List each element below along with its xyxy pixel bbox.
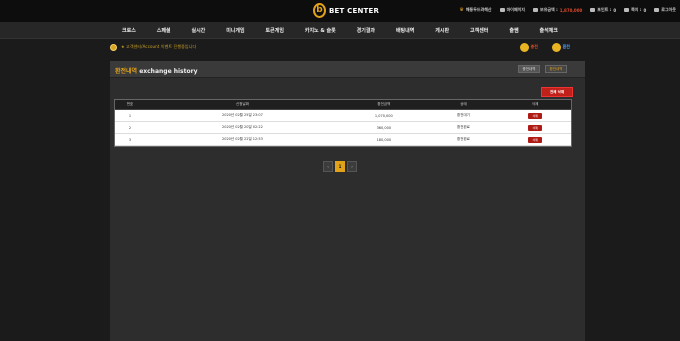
nav-bets[interactable]: 배팅내역 (396, 27, 414, 34)
page-1-button[interactable]: 1 (335, 161, 345, 172)
row-amount: 360,000 (376, 125, 392, 130)
nav-results[interactable]: 경기결과 (357, 27, 375, 34)
row-delete-cell: 삭제 (499, 112, 571, 119)
nav-attendance[interactable]: 출쌤 (509, 27, 518, 34)
row-status: 환전완료 (457, 137, 470, 141)
col-no: 번호 (126, 102, 134, 106)
coin-icon (590, 8, 596, 12)
nav-board[interactable]: 게시판 (435, 27, 449, 34)
info-bar: ★ 고객센터/Account 이벤트 진행중입니다 충전 환전 (110, 40, 570, 54)
nav-support[interactable]: 고객센터 (470, 27, 488, 34)
notice-coin-icon (110, 43, 117, 51)
table-row: 1 2020년 02월 25일 23:07 1,070,000 환전대기 삭제 (115, 110, 571, 122)
row-no: 1 (128, 113, 132, 118)
row-no: 3 (128, 137, 132, 142)
user-area: ♛ 해동두드려해산 마이페이지 보유금액 : 1,870,000 포인트 : 0 … (459, 7, 676, 13)
top-bar: b BET CENTER ♛ 해동두드려해산 마이페이지 보유금액 : 1,870… (0, 0, 680, 22)
row-date: 2020년 02월 20일 02:22 (221, 125, 263, 129)
user-name[interactable]: ♛ 해동두드려해산 (459, 7, 491, 13)
col-amount: 환전금액 (377, 102, 391, 106)
table-row: 2 2020년 02월 20일 02:22 360,000 환전완료 삭제 (115, 122, 571, 134)
nav-special[interactable]: 스페셜 (157, 27, 171, 34)
col-date: 신청날짜 (236, 102, 249, 106)
mail-icon (624, 8, 630, 12)
next-page-button[interactable]: › (347, 161, 357, 172)
logo-text: BET CENTER (329, 6, 380, 15)
row-date: 2020년 02월 25일 23:07 (221, 113, 263, 117)
main-nav: 크로스 스페셜 실시간 미니게임 토큰게임 카지노 & 슬롯 경기결과 배팅내역… (0, 22, 680, 39)
wallet-icon (533, 8, 539, 12)
row-delete-button[interactable]: 삭제 (528, 112, 543, 119)
notice-text: ★ 고객센터/Account 이벤트 진행중입니다 (121, 44, 197, 49)
withdraw-label: 환전 (562, 44, 570, 49)
page-title: 환전내역 exchange history (115, 66, 198, 75)
balance: 보유금액 : 1,870,000 (533, 7, 582, 13)
nav-live[interactable]: 실시간 (191, 27, 205, 34)
row-date: 2020년 02월 22일 12:53 (221, 137, 263, 141)
col-status: 상태 (460, 102, 467, 106)
row-delete-cell: 삭제 (499, 124, 571, 131)
logo-mark-icon: b (313, 3, 326, 18)
main-panel: 환전내역 exchange history 충전내역 환전내역 전체 삭제 번호… (110, 61, 585, 341)
title-bar: 환전내역 exchange history 충전내역 환전내역 (110, 61, 585, 78)
points[interactable]: 포인트 : 0 (590, 7, 616, 13)
tab-deposit-history[interactable]: 충전내역 (518, 65, 540, 73)
row-amount: 1,070,000 (374, 113, 393, 118)
col-delete: 삭제 (531, 102, 539, 106)
card-icon (499, 8, 505, 12)
deposit-button[interactable]: 충전 (519, 42, 538, 52)
logout-icon (654, 8, 660, 12)
prev-page-button[interactable]: ‹ (323, 161, 333, 172)
nav-minigame[interactable]: 미니게임 (226, 27, 244, 34)
row-status: 환전대기 (457, 113, 470, 117)
nav-token[interactable]: 토큰게임 (266, 27, 284, 34)
logo[interactable]: b BET CENTER (313, 3, 379, 18)
withdraw-coin-icon (551, 42, 561, 52)
logout-link[interactable]: 로그아웃 (654, 7, 676, 13)
history-table: 번호 신청날짜 환전금액 상태 삭제 1 2020년 02월 25일 23:07… (114, 99, 572, 147)
nav-casino[interactable]: 카지노 & 슬롯 (305, 27, 336, 34)
nav-cross[interactable]: 크로스 (122, 27, 136, 34)
deposit-coin-icon (519, 42, 529, 52)
table-header: 번호 신청날짜 환전금액 상태 삭제 (115, 100, 571, 110)
row-delete-button[interactable]: 삭제 (528, 124, 543, 131)
row-amount: 180,000 (376, 137, 392, 142)
deposit-label: 충전 (530, 44, 538, 49)
page-title-ko: 환전내역 (115, 68, 138, 75)
row-no: 2 (128, 125, 132, 130)
row-delete-button[interactable]: 삭제 (528, 136, 543, 143)
nav-checkin[interactable]: 출석체크 (539, 27, 557, 34)
messages[interactable]: 쪽지 : 0 (624, 7, 646, 13)
row-status: 환전완료 (457, 125, 470, 129)
table-row: 3 2020년 02월 22일 12:53 180,000 환전완료 삭제 (115, 134, 571, 146)
delete-all-button[interactable]: 전체 삭제 (541, 87, 573, 97)
mypage-link[interactable]: 마이페이지 (499, 7, 525, 13)
tab-exchange-history[interactable]: 환전내역 (545, 65, 567, 73)
page-title-en: exchange history (139, 68, 198, 75)
pagination: ‹ 1 › (323, 161, 357, 172)
withdraw-button[interactable]: 환전 (551, 42, 570, 52)
crown-icon: ♛ (459, 7, 464, 13)
row-delete-cell: 삭제 (499, 136, 571, 143)
